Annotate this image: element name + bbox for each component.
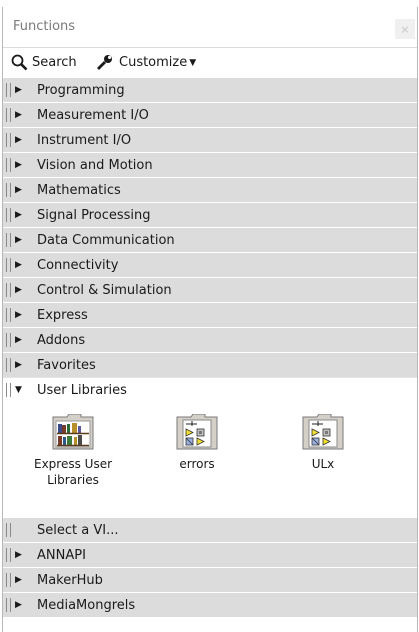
category-list-top: ▶ Programming ▶ Measurement I/O ▶ Instrumen… — [3, 77, 417, 402]
expand-arrow-icon: ▶ — [15, 234, 22, 245]
drag-grip-icon[interactable] — [6, 183, 11, 197]
user-libraries-content: Express User Libraries errors ULx — [3, 402, 417, 517]
library-item-label: ULx — [311, 457, 335, 471]
category-row[interactable]: ▶ MakerHub — [3, 567, 417, 592]
category-label: Instrument I/O — [37, 132, 132, 148]
drag-grip-icon[interactable] — [6, 573, 11, 587]
library-item-ulx[interactable]: ULx — [273, 413, 373, 472]
category-label: Mathematics — [37, 182, 121, 198]
title-bar[interactable]: Functions × — [3, 7, 417, 48]
expand-arrow-icon: ▶ — [15, 574, 22, 585]
category-label: Express — [37, 307, 88, 323]
category-label: Addons — [37, 332, 86, 348]
category-row[interactable]: ▶ Data Communication — [3, 227, 417, 252]
drag-grip-icon[interactable] — [6, 333, 11, 347]
expand-arrow-icon: ▶ — [15, 84, 22, 95]
category-row[interactable]: ▶ Vision and Motion — [3, 152, 417, 177]
expand-arrow-icon: ▶ — [15, 599, 22, 610]
vi-folder-icon — [175, 413, 219, 450]
vi-folder-icon — [301, 413, 345, 450]
palette-title: Functions — [13, 19, 76, 34]
expand-arrow-icon: ▶ — [15, 259, 22, 270]
search-icon — [11, 54, 28, 71]
expand-arrow-icon: ▶ — [15, 159, 22, 170]
expand-arrow-icon: ▶ — [15, 359, 22, 370]
drag-grip-icon[interactable] — [6, 158, 11, 172]
category-list-bottom: ▶ ANNAPI ▶ MakerHub ▶ MediaMongrels — [3, 542, 417, 617]
category-label: Signal Processing — [37, 207, 151, 223]
expand-arrow-icon: ▶ — [15, 109, 22, 120]
books-icon — [51, 413, 95, 450]
expand-arrow-icon: ▶ — [15, 134, 22, 145]
category-row[interactable]: ▶ Addons — [3, 327, 417, 352]
close-button[interactable]: × — [395, 19, 415, 39]
category-label: ANNAPI — [37, 547, 86, 563]
category-row[interactable]: ▶ MediaMongrels — [3, 592, 417, 617]
drag-grip-icon[interactable] — [6, 133, 11, 147]
category-label: User Libraries — [37, 382, 127, 398]
category-label: Data Communication — [37, 232, 175, 248]
library-item-errors[interactable]: errors — [147, 413, 247, 472]
drag-grip-icon[interactable] — [6, 208, 11, 222]
library-item-label: Express User Libraries — [33, 457, 113, 487]
drag-grip-icon[interactable] — [6, 83, 11, 97]
category-row[interactable]: ▶ Measurement I/O — [3, 102, 417, 127]
search-button[interactable]: Search — [11, 48, 77, 77]
category-row[interactable]: ▶ ANNAPI — [3, 542, 417, 567]
palette-toolbar: Search Customize ▼ — [3, 48, 417, 77]
customize-label: Customize — [119, 55, 188, 70]
drag-grip-icon[interactable] — [6, 233, 11, 247]
drag-grip-icon[interactable] — [6, 108, 11, 122]
expand-arrow-icon: ▶ — [15, 309, 22, 320]
drag-grip-icon[interactable] — [6, 258, 11, 272]
category-label: Programming — [37, 82, 125, 98]
drag-grip-icon[interactable] — [6, 308, 11, 322]
expand-arrow-icon: ▶ — [15, 284, 22, 295]
category-label: Measurement I/O — [37, 107, 149, 123]
category-label: Vision and Motion — [37, 157, 153, 173]
category-row[interactable]: ▶ Express — [3, 302, 417, 327]
category-row[interactable]: ▶ Instrument I/O — [3, 127, 417, 152]
functions-palette: Functions × Search Customize ▼ ▶ Programm… — [2, 7, 418, 632]
select-vi-label: Select a VI... — [37, 522, 119, 538]
select-vi-row[interactable]: Select a VI... — [3, 517, 417, 542]
drag-grip-icon[interactable] — [6, 358, 11, 372]
drag-grip-icon[interactable] — [6, 283, 11, 297]
expand-arrow-icon: ▶ — [15, 549, 22, 560]
customize-button[interactable]: Customize ▼ — [95, 48, 196, 77]
drag-grip-icon[interactable] — [6, 548, 11, 562]
drag-grip-icon[interactable] — [6, 523, 11, 537]
category-label: Control & Simulation — [37, 282, 172, 298]
expand-arrow-icon: ▶ — [15, 184, 22, 195]
drag-grip-icon[interactable] — [6, 598, 11, 612]
category-row[interactable]: ▶ Mathematics — [3, 177, 417, 202]
category-label: Connectivity — [37, 257, 119, 273]
library-item-express-user-libraries[interactable]: Express User Libraries — [23, 413, 123, 488]
library-item-label: errors — [179, 457, 215, 471]
category-row[interactable]: ▶ Control & Simulation — [3, 277, 417, 302]
category-row-user-libraries[interactable]: ▼ User Libraries — [3, 377, 417, 402]
wrench-icon — [97, 55, 112, 70]
collapse-arrow-icon: ▼ — [15, 384, 22, 395]
category-label: Favorites — [37, 357, 96, 373]
dropdown-caret-icon: ▼ — [189, 57, 197, 68]
category-label: MediaMongrels — [37, 597, 136, 613]
expand-arrow-icon: ▶ — [15, 209, 22, 220]
category-row[interactable]: ▶ Connectivity — [3, 252, 417, 277]
category-row[interactable]: ▶ Favorites — [3, 352, 417, 377]
expand-arrow-icon: ▶ — [15, 334, 22, 345]
category-label: MakerHub — [37, 572, 103, 588]
category-row[interactable]: ▶ Signal Processing — [3, 202, 417, 227]
drag-grip-icon[interactable] — [6, 383, 11, 397]
search-label: Search — [32, 55, 77, 70]
category-row[interactable]: ▶ Programming — [3, 77, 417, 102]
